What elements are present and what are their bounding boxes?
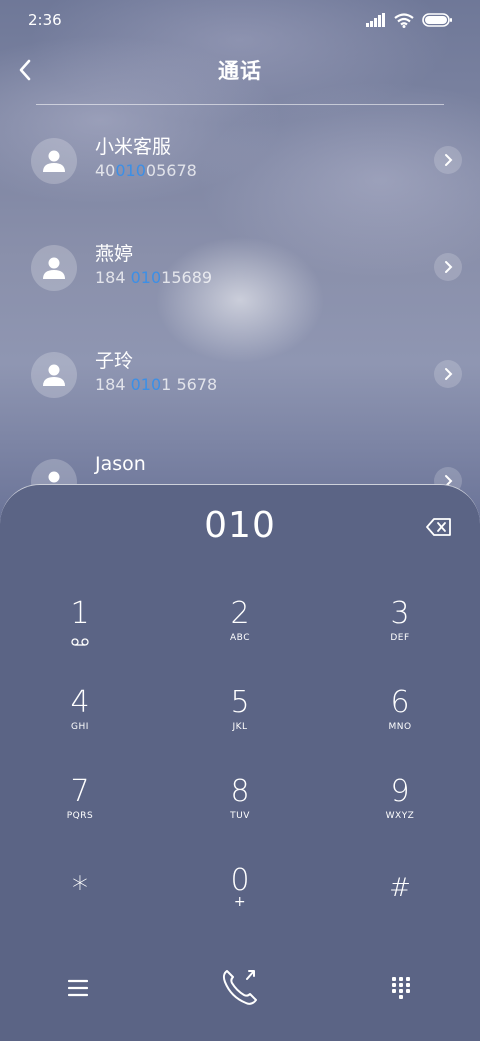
dialpad-bottom-bar — [0, 961, 480, 1021]
chevron-right-icon — [445, 368, 453, 380]
contact-number: 184 0101 5678 — [95, 375, 218, 394]
person-icon — [43, 364, 65, 386]
key-hash[interactable]: # — [340, 871, 460, 951]
person-icon — [43, 257, 65, 279]
dialpad-panel: 010 1 2 ABC 3 DEF 4 GHI 5 JKL 6 MNO 7 PQ… — [0, 484, 480, 1041]
contact-item[interactable]: 燕婷 184 01015689 — [0, 231, 480, 311]
dialed-number: 010 — [204, 505, 276, 546]
key-2[interactable]: 2 ABC — [180, 597, 300, 677]
contact-name: Jason — [95, 453, 146, 475]
key-1[interactable]: 1 — [20, 597, 140, 677]
avatar — [31, 352, 77, 398]
wifi-icon — [394, 12, 414, 28]
person-icon — [43, 150, 65, 172]
key-5[interactable]: 5 JKL — [180, 686, 300, 766]
signal-icon — [366, 13, 385, 27]
status-bar: 2:36 — [0, 0, 480, 40]
key-6[interactable]: 6 MNO — [340, 686, 460, 766]
key-3[interactable]: 3 DEF — [340, 597, 460, 677]
chevron-right-icon — [445, 154, 453, 166]
contact-detail-button[interactable] — [434, 253, 462, 281]
header-divider — [36, 104, 444, 105]
keypad-icon[interactable] — [392, 977, 410, 999]
call-icon[interactable] — [220, 967, 260, 1007]
status-icons — [366, 12, 452, 28]
voicemail-icon — [71, 638, 89, 646]
avatar — [31, 245, 77, 291]
contact-name: 燕婷 — [95, 243, 134, 265]
backspace-icon[interactable] — [426, 517, 452, 537]
status-time: 2:36 — [28, 11, 62, 29]
page-title: 通话 — [218, 59, 262, 83]
key-7[interactable]: 7 PQRS — [20, 775, 140, 855]
back-arrow-icon[interactable] — [14, 56, 38, 84]
key-8[interactable]: 8 TUV — [180, 775, 300, 855]
key-4[interactable]: 4 GHI — [20, 686, 140, 766]
contact-number: 4001005678 — [95, 161, 197, 180]
header: 通话 — [0, 48, 480, 92]
menu-icon[interactable] — [68, 979, 88, 997]
contact-number: 184 01015689 — [95, 268, 213, 287]
battery-icon — [422, 13, 452, 27]
contact-detail-button[interactable] — [434, 146, 462, 174]
contact-name: 小米客服 — [95, 136, 172, 158]
contact-name: 子玲 — [95, 350, 134, 372]
avatar — [31, 138, 77, 184]
key-9[interactable]: 9 WXYZ — [340, 775, 460, 855]
key-0[interactable]: 0 + — [180, 864, 300, 944]
contact-item[interactable]: 小米客服 4001005678 — [0, 124, 480, 204]
key-star[interactable]: * — [20, 871, 140, 951]
contact-detail-button[interactable] — [434, 360, 462, 388]
chevron-right-icon — [445, 261, 453, 273]
contact-item[interactable]: 子玲 184 0101 5678 — [0, 338, 480, 418]
